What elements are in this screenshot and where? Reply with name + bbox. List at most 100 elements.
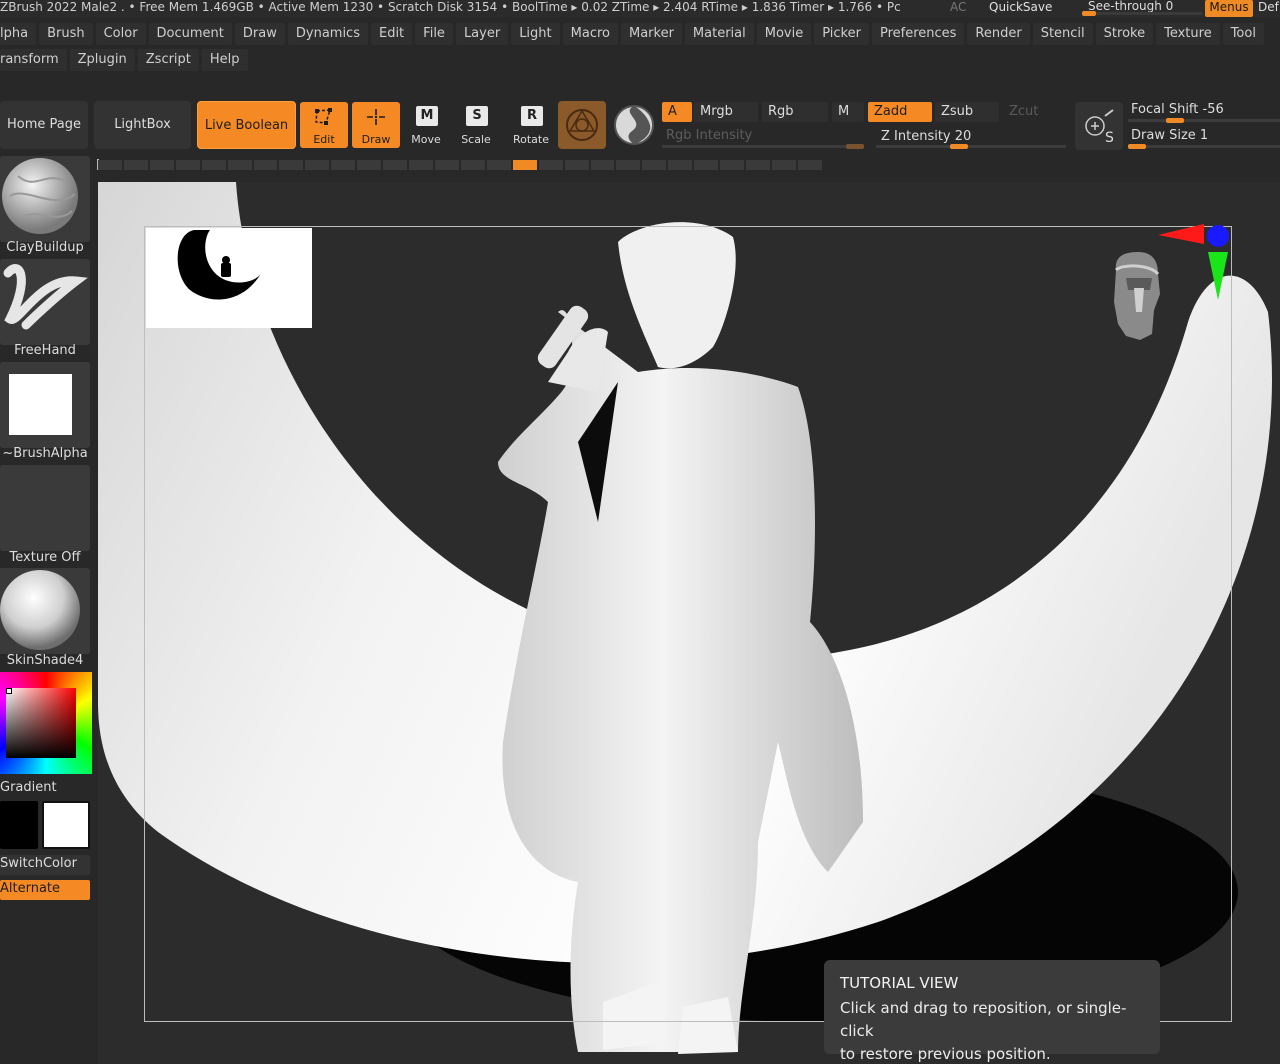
menu-alpha[interactable]: lpha [0,23,37,45]
menu-marker[interactable]: Marker [620,23,682,45]
orientation-head-icon [1114,252,1160,340]
see-through-knob[interactable] [1082,11,1096,16]
main-color-swatch[interactable] [0,801,38,849]
menu-render[interactable]: Render [967,23,1030,45]
draw-button[interactable]: Draw [352,102,400,148]
focal-shift-knob[interactable] [1166,118,1184,123]
brush-thumbnail[interactable] [0,156,90,242]
rotate-label: Rotate [512,133,549,146]
m-toggle[interactable]: M [832,102,864,122]
default-script-button[interactable]: Def [1258,0,1279,14]
tutorial-view-tooltip: TUTORIAL VIEW Click and drag to repositi… [824,960,1160,1063]
menu-layer[interactable]: Layer [455,23,509,45]
move-button[interactable]: M Move [402,102,450,148]
menu-help[interactable]: Help [201,49,248,71]
menu-color[interactable]: Color [95,23,146,45]
z-intensity-slider[interactable] [876,145,1066,148]
gradient-label: Gradient [0,780,57,795]
secondary-color-swatch[interactable] [42,801,90,849]
ac-button[interactable]: AC [950,0,966,14]
mrgb-toggle[interactable]: Mrgb [694,102,758,122]
clay-buildup-icon [2,158,78,234]
zsub-toggle[interactable]: Zsub [935,102,999,122]
menu-draw[interactable]: Draw [234,23,285,45]
menu-stencil[interactable]: Stencil [1032,23,1093,45]
timeline-strip[interactable] [98,160,822,170]
color-picker-square[interactable] [6,688,76,758]
draw-label: Draw [361,133,391,146]
color-picker[interactable] [0,672,92,774]
zadd-toggle[interactable]: Zadd [868,102,932,122]
freehand-stroke-icon [3,264,88,330]
home-page-button[interactable]: Home Page [0,101,88,149]
document-canvas[interactable] [98,182,1280,1064]
menu-edit[interactable]: Edit [370,23,413,45]
a-toggle[interactable]: A [662,102,692,122]
menu-zplugin[interactable]: Zplugin [69,49,135,71]
color-picker-marker[interactable] [6,688,12,694]
quicksave-button[interactable]: QuickSave [989,0,1052,14]
switch-color-button[interactable]: SwitchColor [0,855,90,875]
menu-picker[interactable]: Picker [814,23,869,45]
texture-thumbnail[interactable] [0,465,90,551]
main-menu-row-1: lpha Brush Color Document Draw Dynamics … [0,23,1280,45]
z-intensity-knob[interactable] [950,144,968,149]
lazy-mouse-button[interactable]: S [1075,102,1123,150]
menu-texture[interactable]: Texture [1156,23,1220,45]
skin-shade-icon [0,568,82,654]
lazy-mouse-icon: S [1085,109,1114,146]
tooltip-title: TUTORIAL VIEW [840,974,959,992]
menu-preferences[interactable]: Preferences [871,23,965,45]
draw-size-knob[interactable] [1128,144,1146,149]
menu-light[interactable]: Light [511,23,560,45]
main-menu-row-2: ransform Zplugin Zscript Help [0,49,1280,71]
menu-movie[interactable]: Movie [756,23,812,45]
s-curve-icon [614,105,654,145]
edit-icon [315,108,332,125]
z-intensity-label: Z Intensity 20 [881,129,972,144]
rgb-toggle[interactable]: Rgb [762,102,828,122]
menu-material[interactable]: Material [684,23,754,45]
s-curve-button[interactable] [610,101,658,149]
alternate-label: Alternate [0,881,61,896]
lightbox-button[interactable]: LightBox [94,101,191,149]
status-readout: ZBrush 2022 Male2 . • Free Mem 1.469GB •… [0,0,901,14]
see-through-slider[interactable] [1082,12,1202,15]
menu-brush[interactable]: Brush [39,23,93,45]
orientation-gizmo[interactable] [1100,224,1280,384]
menu-stroke[interactable]: Stroke [1095,23,1154,45]
rotate-button[interactable]: R Rotate [507,102,555,148]
texture-label: Texture Off [9,550,81,565]
stroke-thumbnail[interactable] [0,259,90,345]
focal-shift-label: Focal Shift -56 [1131,102,1224,117]
edit-button[interactable]: Edit [300,102,348,148]
menu-macro[interactable]: Macro [562,23,618,45]
x-axis-arrow [1158,224,1204,244]
zcut-toggle[interactable]: Zcut [1003,102,1067,122]
menus-button[interactable]: Menus [1205,0,1253,17]
menu-zscript[interactable]: Zscript [137,49,199,71]
material-thumbnail[interactable] [0,568,90,654]
brush-label: ClayBuildup [6,240,84,255]
material-button[interactable] [558,101,606,149]
moon-logo-icon [177,230,262,300]
edit-label: Edit [313,133,335,146]
scale-button[interactable]: S Scale [452,102,500,148]
tooltip-line-1: Click and drag to reposition, or single-… [840,999,1127,1040]
live-boolean-button[interactable]: Live Boolean [197,101,296,149]
alpha-thumbnail[interactable] [0,362,90,448]
focal-shift-slider[interactable] [1128,119,1280,122]
alternate-button[interactable]: Alternate [0,880,90,900]
reference-logo-panel [146,228,312,328]
z-axis-sphere [1207,225,1229,247]
menu-dynamics[interactable]: Dynamics [287,23,368,45]
menu-document[interactable]: Document [148,23,232,45]
menu-tool[interactable]: Tool [1222,23,1264,45]
menu-file[interactable]: File [415,23,453,45]
scale-label: Scale [461,133,491,146]
rgb-intensity-slider[interactable] [662,145,864,148]
draw-size-slider[interactable] [1128,145,1280,148]
rgb-intensity-knob[interactable] [846,144,864,149]
rotate-icon: R [521,106,543,126]
menu-transform[interactable]: ransform [0,49,67,71]
